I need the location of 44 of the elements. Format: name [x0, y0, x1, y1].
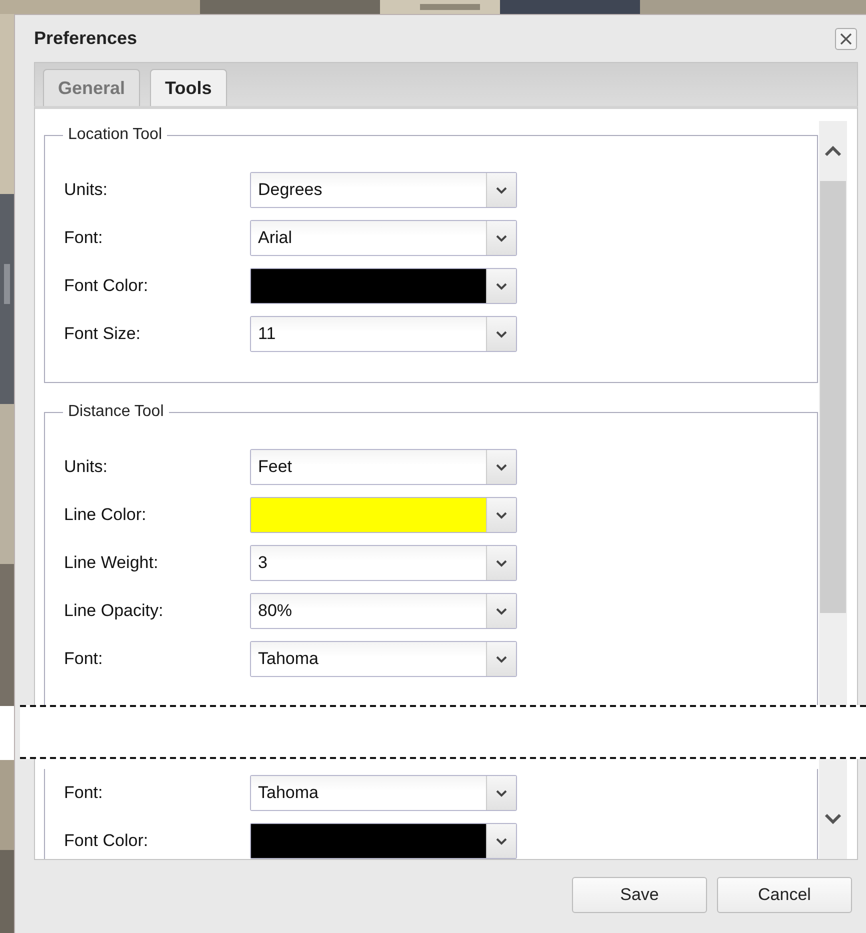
- scrollbar[interactable]: [819, 121, 847, 705]
- dialog-button[interactable]: Save: [572, 877, 707, 913]
- field-label: Font Size:: [64, 324, 142, 344]
- dropdown[interactable]: Arial: [250, 220, 517, 256]
- field-label: Units:: [64, 180, 108, 200]
- dropdown[interactable]: 11: [250, 316, 517, 352]
- close-icon: [839, 32, 853, 46]
- dropdown[interactable]: 3: [250, 545, 517, 581]
- field-label: Font:: [64, 649, 104, 669]
- scrollbar-thumb[interactable]: [820, 181, 846, 613]
- chevron-down-icon[interactable]: [824, 813, 842, 825]
- caret-icon: [496, 464, 507, 470]
- caret-icon: [496, 608, 507, 614]
- caret-icon: [496, 234, 507, 242]
- caret-icon: [496, 790, 507, 796]
- tab[interactable]: Tools: [150, 69, 227, 106]
- field-label: Units:: [64, 457, 108, 477]
- caret-icon: [496, 656, 507, 662]
- dialog-button[interactable]: Cancel: [717, 877, 852, 913]
- scrollbar[interactable]: [819, 759, 847, 859]
- color-dropdown[interactable]: [250, 497, 517, 533]
- field-label: Font Color:: [64, 831, 150, 851]
- color-dropdown[interactable]: [250, 268, 517, 304]
- close-button[interactable]: [835, 28, 857, 50]
- chevron-up-icon[interactable]: [824, 145, 842, 157]
- dropdown[interactable]: Tahoma: [250, 775, 517, 811]
- dropdown[interactable]: Degrees: [250, 172, 517, 208]
- field-label: Font:: [64, 228, 104, 248]
- field-label: Line Color:: [64, 505, 148, 525]
- dropdown[interactable]: 80%: [250, 593, 517, 629]
- field-label: Font Color:: [64, 276, 150, 296]
- field-label: Line Weight:: [64, 553, 160, 573]
- field-label: Line Opacity:: [64, 601, 164, 621]
- caret-icon: [496, 512, 507, 518]
- caret-icon: [496, 282, 507, 290]
- dialog-title: Preferences: [34, 28, 138, 49]
- dropdown[interactable]: Tahoma: [250, 641, 517, 677]
- caret-icon: [496, 560, 507, 566]
- field-label: Font:: [64, 783, 104, 803]
- dropdown[interactable]: Feet: [250, 449, 517, 485]
- caret-icon: [496, 186, 507, 194]
- caret-icon: [496, 838, 507, 844]
- caret-icon: [496, 330, 507, 338]
- color-dropdown[interactable]: [250, 823, 517, 859]
